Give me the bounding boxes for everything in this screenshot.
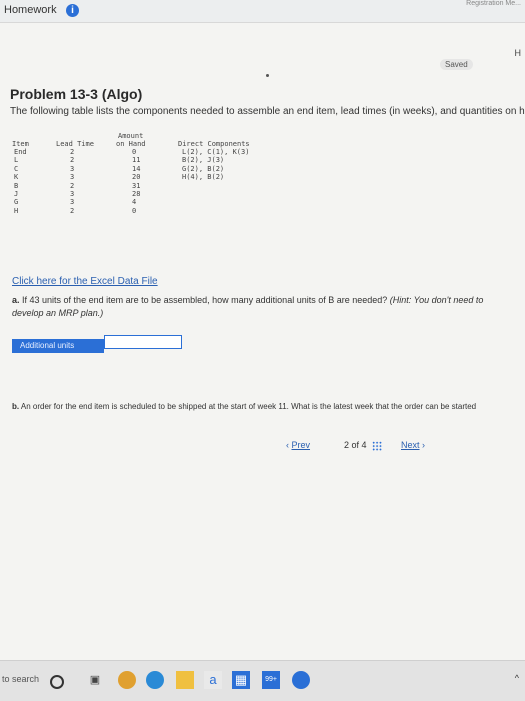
table-cell-amount: 4 bbox=[132, 198, 137, 207]
table-cell-lead: 2 bbox=[70, 206, 75, 215]
stray-dot bbox=[266, 74, 269, 77]
table-cell-amount: 28 bbox=[132, 190, 141, 198]
mail-icon[interactable]: 99+ bbox=[262, 671, 280, 689]
prev-button[interactable]: ‹ Prev bbox=[286, 440, 310, 450]
table-cell-item: C bbox=[14, 164, 19, 173]
col-header-amount-2: on Hand bbox=[116, 140, 146, 148]
store-icon[interactable]: ▦ bbox=[232, 671, 250, 689]
table-cell-lead: 3 bbox=[70, 190, 75, 198]
table-cell-item: J bbox=[14, 190, 19, 198]
table-cell-item: H bbox=[14, 206, 19, 215]
table-cell-amount: 31 bbox=[132, 181, 141, 190]
grid-icon[interactable] bbox=[372, 441, 382, 451]
info-icon[interactable]: i bbox=[66, 4, 79, 17]
answer-row: Additional units bbox=[12, 335, 182, 353]
edge-icon[interactable] bbox=[146, 671, 164, 689]
table-cell-amount: 14 bbox=[132, 164, 141, 173]
table-cell-item: G bbox=[14, 198, 19, 207]
system-tray-icon[interactable]: ^ bbox=[515, 673, 519, 683]
table-cell-item: L bbox=[14, 156, 19, 165]
question-b-label: b. bbox=[12, 402, 20, 411]
question-a-label: a. bbox=[12, 295, 20, 305]
question-a-text: If 43 units of the end item are to be as… bbox=[22, 295, 388, 305]
excel-data-link[interactable]: Click here for the Excel Data File bbox=[12, 276, 158, 287]
taskbar: to search ▣ a ▦ 99+ ^ bbox=[0, 660, 525, 701]
table-cell-direct: L(2), C(1), K(3) bbox=[182, 148, 250, 156]
table-cell-lead: 3 bbox=[70, 173, 75, 182]
task-view-icon[interactable]: ▣ bbox=[86, 671, 104, 689]
table-cell-amount: 20 bbox=[132, 173, 141, 182]
table-cell-direct: B(2), J(3) bbox=[182, 156, 225, 165]
amazon-icon[interactable]: a bbox=[204, 671, 222, 689]
page-indicator: 2 of 4 bbox=[344, 440, 367, 450]
problem-intro: The following table lists the components… bbox=[10, 106, 525, 117]
side-letter: H bbox=[514, 48, 522, 58]
col-header-amount-1: Amount bbox=[118, 132, 144, 140]
table-cell-item: B bbox=[14, 181, 19, 190]
table-cell-item: End bbox=[14, 148, 27, 156]
saved-status: Saved bbox=[440, 59, 473, 70]
taskbar-search[interactable]: to search bbox=[2, 674, 39, 684]
col-header-lead-time: Lead Time bbox=[56, 140, 94, 148]
table-cell-amount: 0 bbox=[132, 148, 137, 156]
question-b: b. An order for the end item is schedule… bbox=[12, 402, 522, 411]
app-icon[interactable] bbox=[292, 671, 310, 689]
table-cell-amount: 0 bbox=[132, 206, 137, 215]
table-cell-lead: 2 bbox=[70, 181, 75, 190]
col-header-item: Item bbox=[12, 140, 29, 148]
homework-title: Homework bbox=[4, 4, 57, 16]
question-a: a. If 43 units of the end item are to be… bbox=[12, 294, 512, 320]
cortana-icon[interactable] bbox=[50, 675, 64, 689]
table-cell-lead: 3 bbox=[70, 164, 75, 173]
table-cell-lead: 2 bbox=[70, 148, 75, 156]
chrome-icon[interactable] bbox=[118, 671, 136, 689]
file-explorer-icon[interactable] bbox=[176, 671, 194, 689]
additional-units-input[interactable] bbox=[104, 335, 182, 349]
col-header-direct: Direct Components bbox=[178, 140, 250, 148]
next-button[interactable]: Next › bbox=[401, 440, 425, 450]
top-bar: Homework i Registration Me... bbox=[0, 0, 525, 23]
table-cell-item: K bbox=[14, 173, 19, 182]
table-cell-lead: 3 bbox=[70, 198, 75, 207]
table-cell-direct: G(2), B(2) bbox=[182, 164, 225, 173]
table-cell-lead: 2 bbox=[70, 156, 75, 165]
problem-title: Problem 13-3 (Algo) bbox=[10, 86, 143, 102]
registration-link[interactable]: Registration Me... bbox=[466, 0, 521, 7]
question-b-text: An order for the end item is scheduled t… bbox=[20, 402, 477, 411]
additional-units-label: Additional units bbox=[12, 339, 104, 353]
table-cell-amount: 11 bbox=[132, 156, 141, 165]
table-cell-direct: H(4), B(2) bbox=[182, 173, 225, 182]
